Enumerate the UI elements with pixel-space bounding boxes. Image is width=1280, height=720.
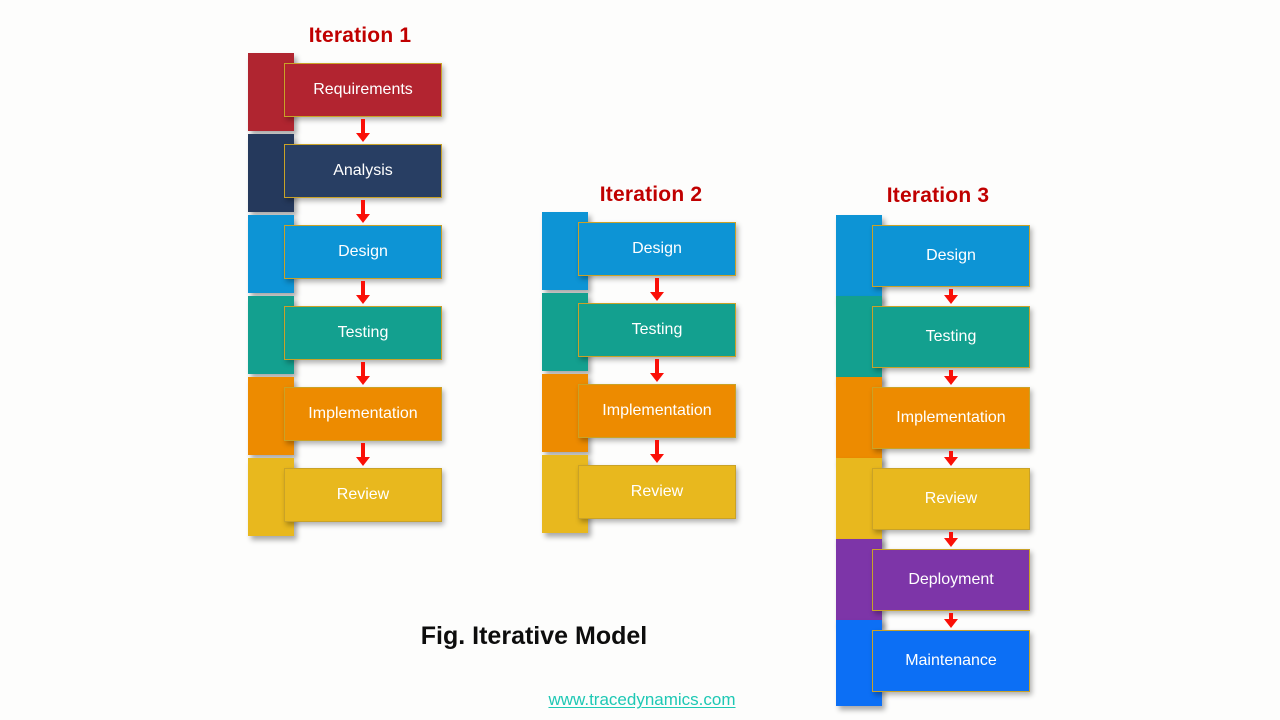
stage-label: Design — [926, 247, 976, 264]
flow-arrow-down-icon — [650, 359, 664, 382]
stage-label: Implementation — [602, 402, 712, 419]
stage-label: Maintenance — [905, 652, 997, 669]
stage-box[interactable]: Analysis — [248, 134, 442, 212]
arrow-shaft — [361, 362, 365, 377]
arrow-head — [944, 295, 958, 304]
stage-label: Design — [338, 243, 388, 260]
stage-bar[interactable]: Review — [284, 468, 442, 522]
arrow-head — [356, 457, 370, 466]
stage-label: Implementation — [308, 405, 418, 422]
flow-arrow-down-icon — [356, 443, 370, 466]
column-title-iteration-3: Iteration 3 — [886, 184, 990, 207]
flow-arrow-down-icon — [944, 613, 958, 628]
stage-box[interactable]: Testing — [248, 296, 442, 374]
flow-arrow-down-icon — [650, 278, 664, 301]
flow-arrow-down-icon — [356, 200, 370, 223]
stage-box[interactable]: Deployment — [836, 539, 1030, 625]
arrow-head — [356, 133, 370, 142]
flow-arrow-down-icon — [944, 451, 958, 466]
flow-arrow-down-icon — [356, 362, 370, 385]
stage-box[interactable]: Implementation — [542, 374, 736, 452]
flow-arrow-down-icon — [650, 440, 664, 463]
stage-bar[interactable]: Review — [578, 465, 736, 519]
stage-box[interactable]: Design — [836, 215, 1030, 301]
arrow-shaft — [655, 278, 659, 293]
stage-bar[interactable]: Testing — [284, 306, 442, 360]
arrow-head — [944, 619, 958, 628]
source-url-link[interactable]: www.tracedynamics.com — [0, 690, 1280, 710]
diagram-canvas: Iteration 1 Iteration 2 Iteration 3 Requ… — [0, 0, 1280, 720]
stage-label: Testing — [337, 324, 389, 341]
stage-bar[interactable]: Implementation — [578, 384, 736, 438]
stage-box[interactable]: Maintenance — [836, 620, 1030, 706]
arrow-head — [650, 373, 664, 382]
flow-arrow-down-icon — [944, 289, 958, 304]
stage-bar[interactable]: Implementation — [872, 387, 1030, 449]
stage-bar[interactable]: Maintenance — [872, 630, 1030, 692]
stage-box[interactable]: Testing — [542, 293, 736, 371]
stage-box[interactable]: Review — [542, 455, 736, 533]
column-title-iteration-2: Iteration 2 — [599, 183, 703, 206]
stage-bar[interactable]: Deployment — [872, 549, 1030, 611]
stage-box[interactable]: Design — [248, 215, 442, 293]
arrow-head — [356, 214, 370, 223]
stage-bar[interactable]: Design — [872, 225, 1030, 287]
stage-label: Testing — [925, 328, 977, 345]
stage-bar[interactable]: Design — [578, 222, 736, 276]
arrow-shaft — [361, 443, 365, 458]
arrow-head — [356, 295, 370, 304]
arrow-shaft — [655, 440, 659, 455]
stage-bar[interactable]: Review — [872, 468, 1030, 530]
stage-bar[interactable]: Requirements — [284, 63, 442, 117]
stage-label: Design — [632, 240, 682, 257]
stage-label: Review — [630, 483, 684, 500]
arrow-head — [944, 376, 958, 385]
stage-bar[interactable]: Design — [284, 225, 442, 279]
stage-bar[interactable]: Testing — [578, 303, 736, 357]
stage-box[interactable]: Implementation — [248, 377, 442, 455]
arrow-head — [944, 457, 958, 466]
arrow-shaft — [361, 200, 365, 215]
arrow-head — [650, 454, 664, 463]
arrow-shaft — [361, 119, 365, 134]
stage-box[interactable]: Review — [836, 458, 1030, 544]
stage-bar[interactable]: Implementation — [284, 387, 442, 441]
flow-arrow-down-icon — [356, 281, 370, 304]
stage-box[interactable]: Review — [248, 458, 442, 536]
stage-label: Testing — [631, 321, 683, 338]
stage-box[interactable]: Design — [542, 212, 736, 290]
stage-label: Requirements — [313, 81, 413, 98]
column-title-iteration-1: Iteration 1 — [308, 24, 412, 47]
arrow-head — [650, 292, 664, 301]
flow-arrow-down-icon — [944, 532, 958, 547]
stage-box[interactable]: Testing — [836, 296, 1030, 382]
arrow-shaft — [361, 281, 365, 296]
stage-bar[interactable]: Analysis — [284, 144, 442, 198]
stage-box[interactable]: Implementation — [836, 377, 1030, 463]
stage-label: Analysis — [333, 162, 393, 179]
stage-box[interactable]: Requirements — [248, 53, 442, 131]
arrow-head — [944, 538, 958, 547]
stage-label: Review — [336, 486, 390, 503]
arrow-shaft — [655, 359, 659, 374]
stage-label: Review — [924, 490, 978, 507]
stage-label: Implementation — [896, 409, 1006, 426]
stage-label: Deployment — [908, 571, 994, 588]
arrow-head — [356, 376, 370, 385]
flow-arrow-down-icon — [356, 119, 370, 142]
stage-bar[interactable]: Testing — [872, 306, 1030, 368]
flow-arrow-down-icon — [944, 370, 958, 385]
